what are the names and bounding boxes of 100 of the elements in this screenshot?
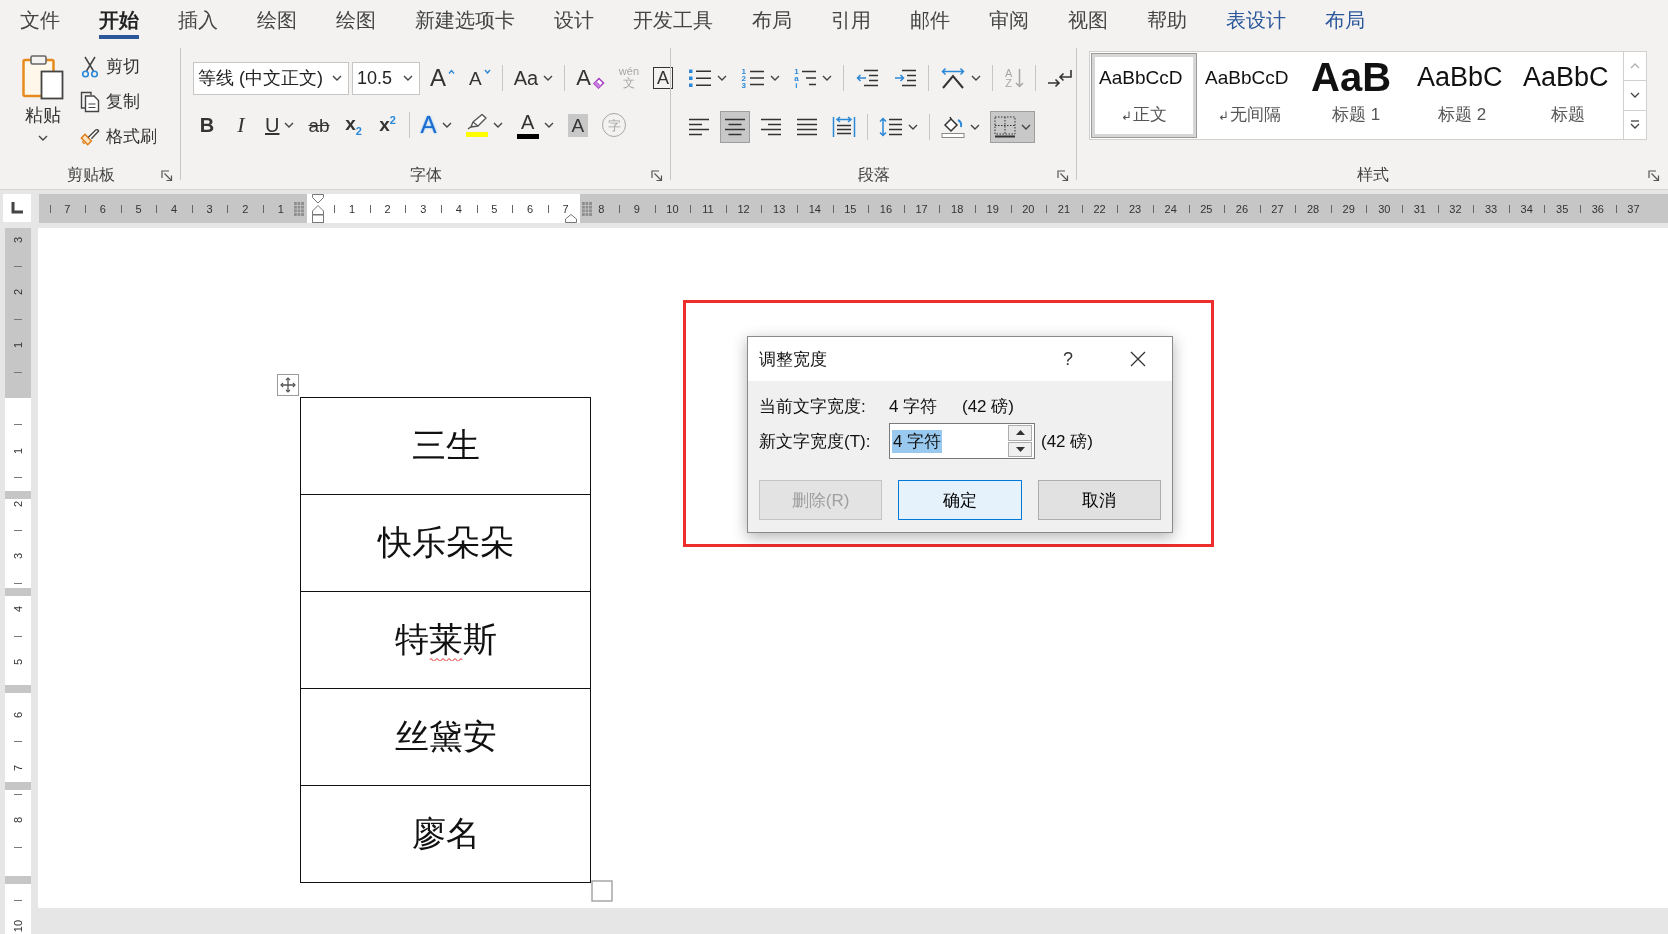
move-handle-icon[interactable]	[277, 374, 299, 396]
spin-up-button[interactable]	[1008, 425, 1032, 441]
spin-down-button[interactable]	[1008, 441, 1032, 457]
align-center-button[interactable]	[720, 111, 750, 143]
italic-button[interactable]: I	[227, 109, 255, 141]
text-direction-icon	[940, 67, 967, 89]
ruler-number: 1	[277, 202, 284, 215]
ribbon-tab[interactable]: 插入	[158, 0, 237, 40]
ruler-number: 18	[951, 202, 964, 215]
strikethrough-button[interactable]: ab	[304, 109, 334, 141]
style-item[interactable]: AaBbCcD 正文	[1091, 53, 1197, 138]
ribbon-tab[interactable]: 绘图	[316, 0, 395, 40]
font-name-dropdown[interactable]: 等线 (中文正文)	[193, 61, 349, 95]
ribbon-tab[interactable]: 新建选项卡	[395, 0, 534, 40]
ruler-number: 6	[99, 202, 106, 215]
ribbon-tab[interactable]: 视图	[1048, 0, 1127, 40]
tab-stop-selector[interactable]	[3, 194, 31, 222]
right-indent-marker-icon[interactable]	[565, 214, 577, 223]
ruler-number: 2	[384, 202, 391, 215]
row-marker[interactable]	[5, 685, 31, 693]
ruler-number: 1	[349, 202, 356, 215]
row-marker[interactable]	[5, 875, 31, 884]
cut-button[interactable]: 剪切	[76, 49, 161, 84]
shrink-font-button[interactable]: A	[465, 62, 495, 94]
format-painter-button[interactable]: 格式刷	[76, 119, 161, 154]
caret-up-icon	[448, 69, 455, 74]
indent-marker-icon[interactable]	[312, 194, 324, 223]
ruler-number: 31	[1413, 202, 1426, 215]
subscript-button[interactable]: x$_{2}$	[339, 109, 368, 141]
ribbon-tab[interactable]: 邮件	[890, 0, 969, 40]
dialog-launcher-icon[interactable]	[161, 170, 173, 182]
chevron-down-icon	[403, 75, 413, 81]
ruler-number: 6	[12, 711, 24, 718]
ruler-number: 21	[1057, 202, 1071, 215]
borders-button[interactable]	[990, 111, 1035, 143]
width-field[interactable]: 4 字符	[889, 423, 1035, 459]
ribbon-tab[interactable]: 布局	[1305, 0, 1384, 40]
ruler-number: 10	[12, 919, 24, 933]
row-marker[interactable]	[5, 588, 31, 596]
caret-down-icon	[483, 69, 491, 74]
triangle-down-icon	[1015, 446, 1025, 452]
chevron-down-icon	[38, 135, 48, 141]
dialog-title: 调整宽度	[759, 348, 828, 371]
field-label: 新文字宽度(T):	[759, 430, 872, 453]
row-marker[interactable]	[5, 782, 31, 790]
character-border-button[interactable]: A	[649, 62, 678, 94]
ribbon-tab[interactable]: 绘图	[237, 0, 316, 40]
change-case-button[interactable]: Aa	[509, 62, 558, 94]
return-arrows-icon	[1047, 68, 1074, 88]
paste-button[interactable]: 粘贴	[14, 46, 72, 146]
ribbon-tab[interactable]: 审阅	[969, 0, 1048, 40]
triangle-up-icon	[1015, 430, 1025, 436]
underline-button[interactable]: U	[261, 109, 299, 141]
font-color-button[interactable]: A	[512, 109, 558, 141]
column-marker-icon[interactable]	[582, 202, 592, 216]
ribbon-tab[interactable]: 文件	[0, 0, 79, 40]
group-label: 剪贴板	[66, 164, 115, 185]
dialog-launcher-icon[interactable]	[1648, 170, 1660, 182]
ribbon-tab[interactable]: 开始	[79, 0, 158, 40]
paintbrush-icon	[80, 126, 100, 147]
row-marker[interactable]	[5, 491, 31, 499]
dialog-button[interactable]: 取消	[1037, 480, 1161, 520]
text-effects-button[interactable]: A	[416, 109, 456, 141]
superscript-button[interactable]: x$^{2}$	[373, 109, 402, 141]
grow-font-button[interactable]: A	[426, 62, 459, 94]
ruler-number: 36	[1591, 202, 1604, 215]
ruler-number: 3	[12, 553, 24, 560]
numbering-button[interactable]: 123	[737, 62, 784, 94]
bulleted-list-icon	[688, 68, 712, 88]
ruler-number: 29	[1342, 202, 1355, 215]
ribbon-tab[interactable]: 引用	[811, 0, 890, 40]
ruler-number: 34	[1520, 202, 1533, 215]
justify-icon	[796, 118, 818, 136]
dialog-button[interactable]: 确定	[898, 480, 1022, 520]
copy-button[interactable]: 复制	[76, 84, 161, 119]
ruler-number: 23	[1129, 202, 1142, 215]
font-size-dropdown[interactable]: 10.5	[352, 61, 420, 95]
ruler-number: 9	[633, 202, 640, 215]
ribbon-tab[interactable]: 设计	[534, 0, 613, 40]
cell-text: 快乐朵朵	[377, 522, 514, 564]
ruler-number: 5	[491, 202, 498, 215]
chevron-down-icon	[543, 122, 554, 128]
help-button[interactable]: ?	[1053, 348, 1083, 370]
ribbon-tab[interactable]: 表设计	[1206, 0, 1305, 40]
resize-handle-icon[interactable]	[591, 880, 613, 902]
ribbon-tab[interactable]: 布局	[732, 0, 811, 40]
clear-formatting-button[interactable]: A	[572, 62, 609, 94]
expand-icon	[1630, 120, 1640, 130]
bold-button[interactable]: B	[193, 109, 221, 141]
ribbon-tab[interactable]: 开发工具	[613, 0, 732, 40]
column-marker-icon[interactable]	[294, 202, 304, 216]
ruler-number: 10	[666, 202, 679, 215]
chevron-down-icon	[332, 75, 342, 81]
dialog-launcher-icon[interactable]	[1057, 170, 1069, 182]
dialog-launcher-icon[interactable]	[651, 170, 663, 182]
ruler-number: 20	[1022, 202, 1035, 215]
multilevel-list-button[interactable]: 1ai	[789, 62, 837, 94]
ribbon-tab[interactable]: 帮助	[1127, 0, 1206, 40]
ruler-number: 24	[1164, 202, 1177, 215]
group-label: 样式	[1356, 164, 1389, 185]
